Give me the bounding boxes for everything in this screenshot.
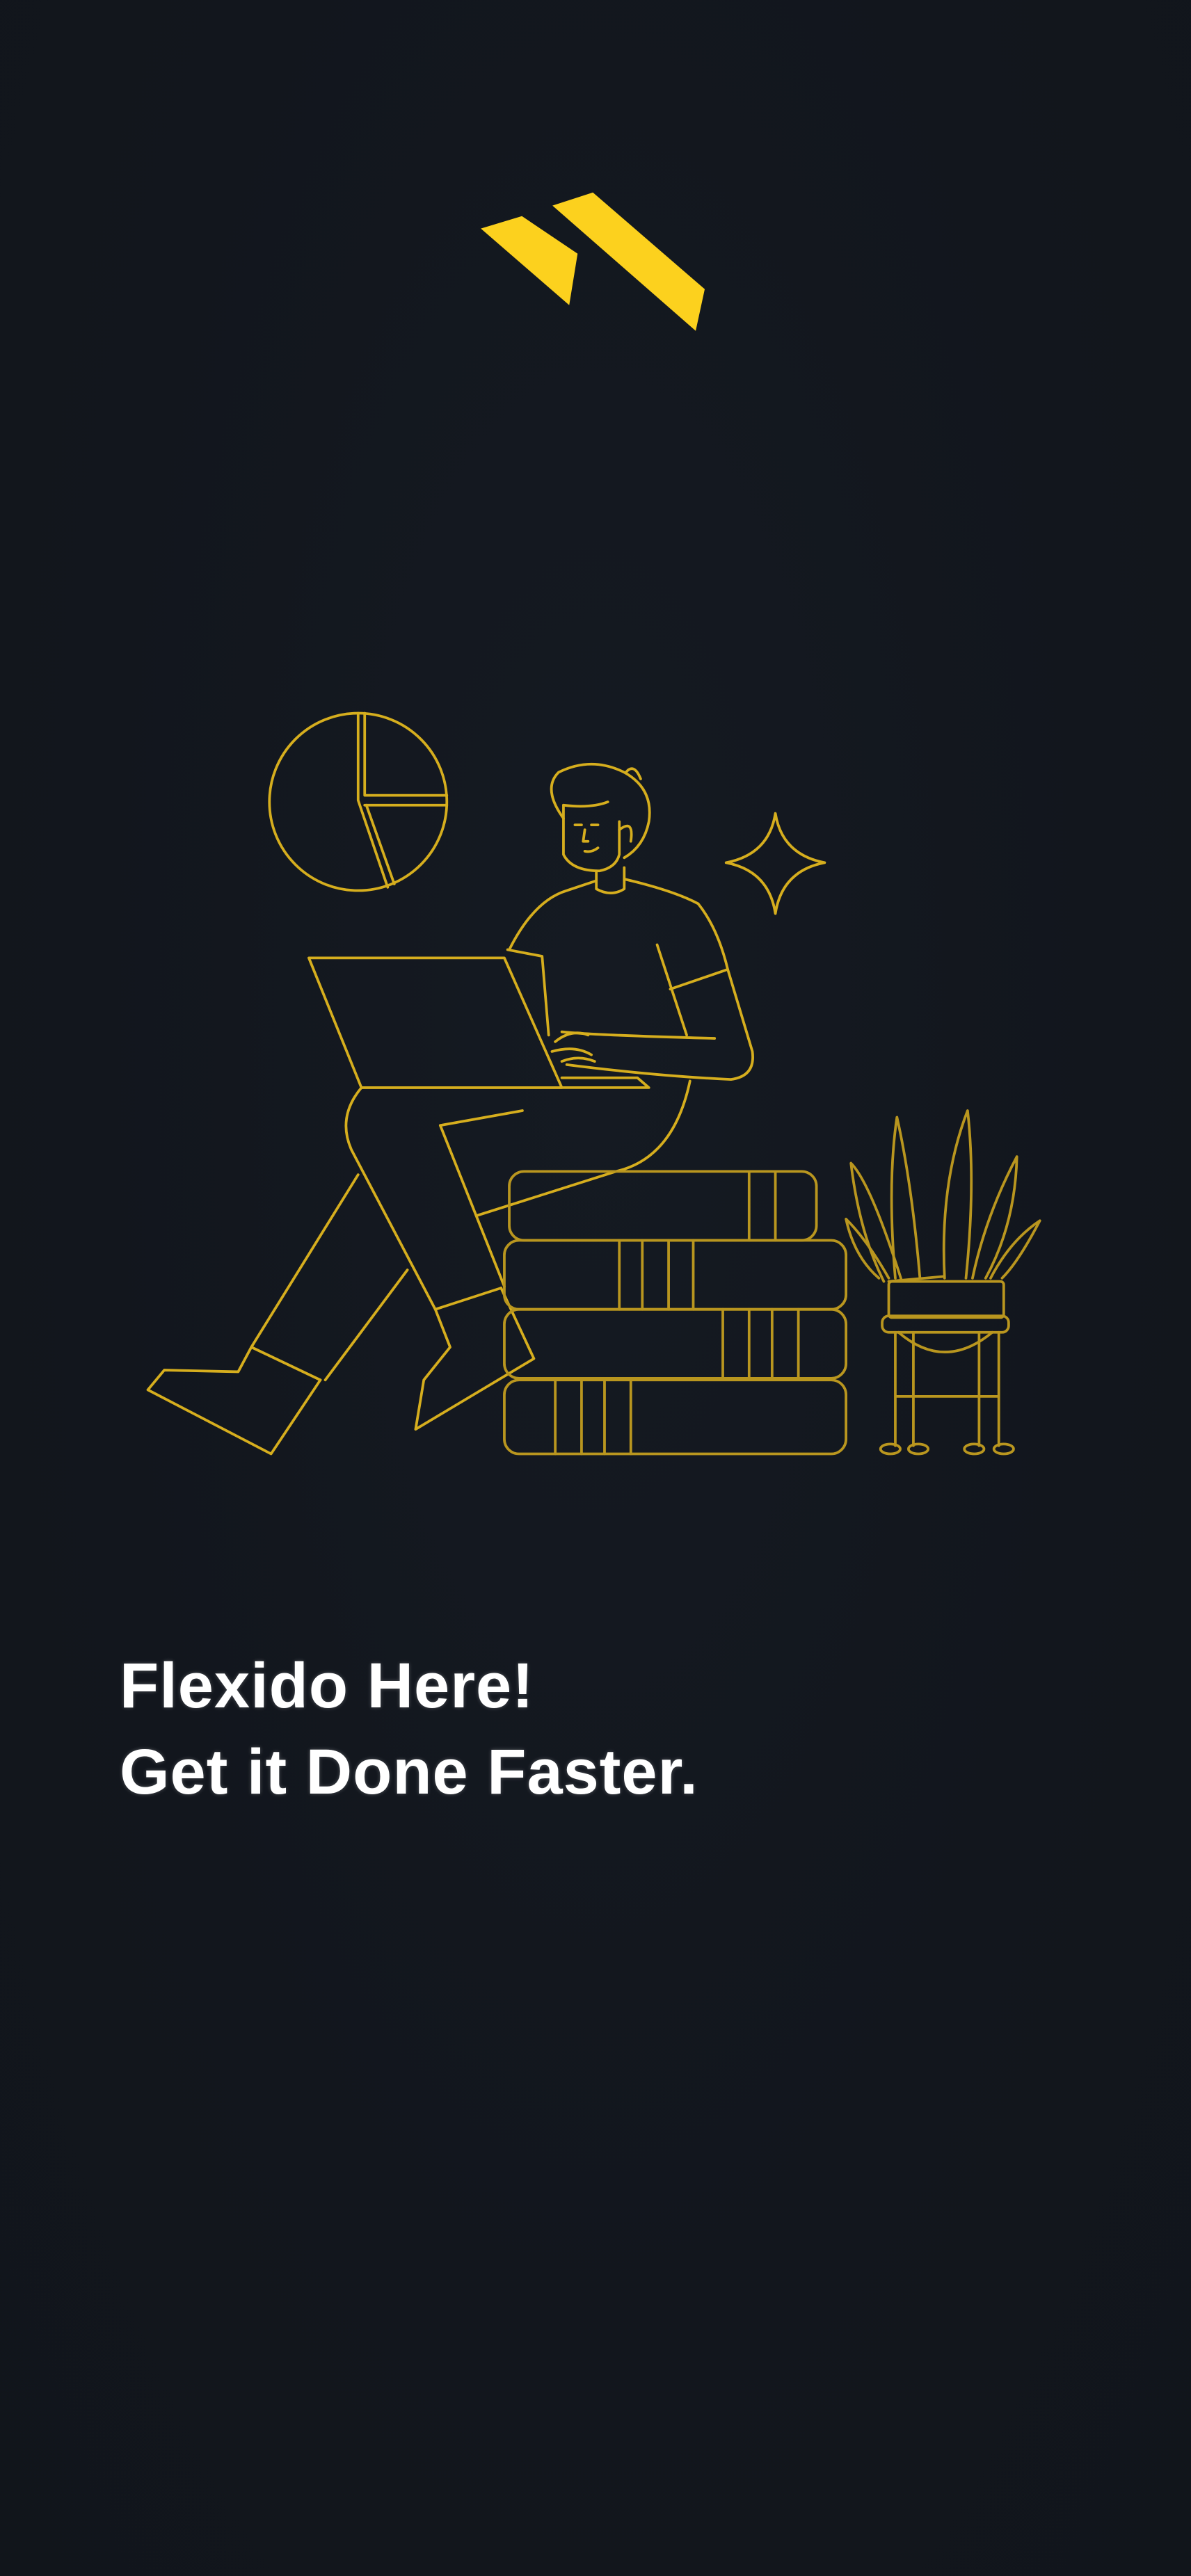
- person-legs: [146, 1079, 692, 1456]
- person-head: [550, 762, 651, 894]
- onboarding-artwork: [146, 192, 1041, 1456]
- logo-icon: [481, 192, 705, 331]
- book-stack-icon: [503, 1170, 847, 1456]
- person-with-laptop-illustration: [146, 711, 1041, 1456]
- headline-line-2: Get it Done Faster.: [120, 1737, 698, 1808]
- headline-line-1: Flexido Here!: [120, 1650, 534, 1721]
- welcome-headline: Flexido Here! Get it Done Faster.: [120, 1643, 698, 1815]
- potted-plant-icon: [845, 1109, 1041, 1456]
- pie-chart-icon: [268, 711, 449, 892]
- sparkle-icon: [724, 812, 826, 915]
